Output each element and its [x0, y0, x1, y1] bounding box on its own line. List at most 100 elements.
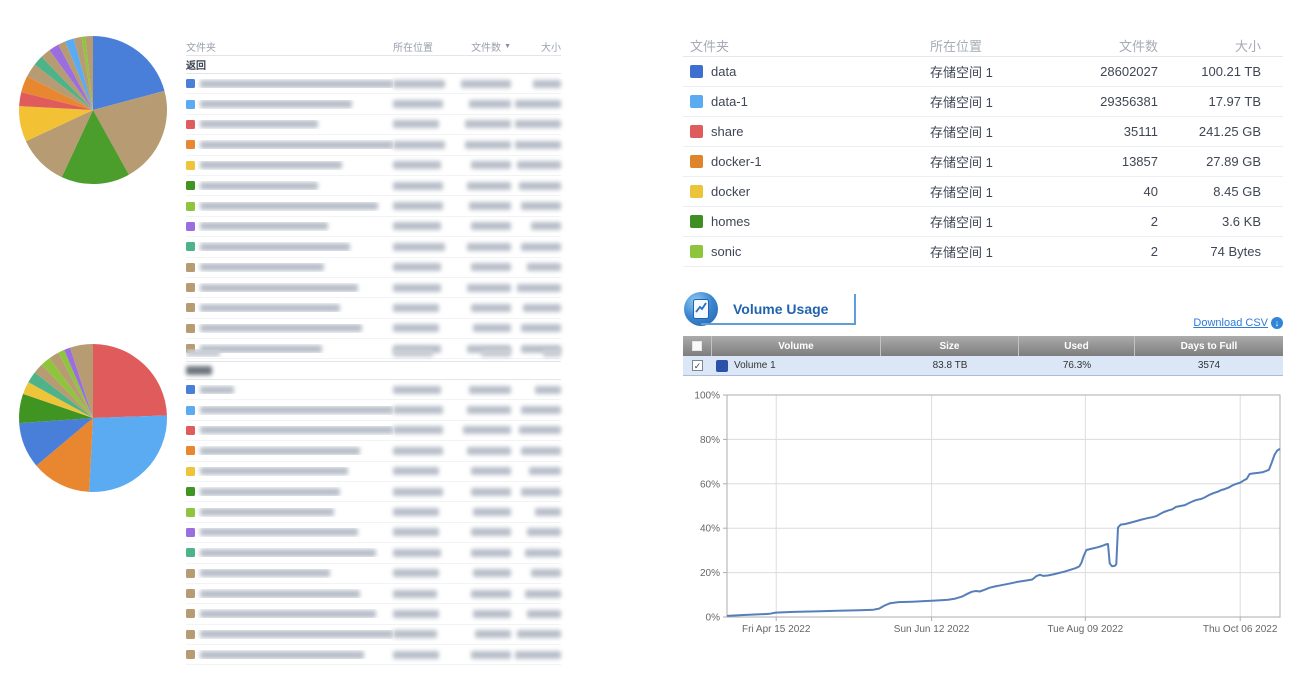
table-row[interactable]: [186, 135, 561, 155]
redacted-file-count: [471, 467, 511, 475]
redacted-location: [393, 182, 443, 190]
table-row[interactable]: [186, 482, 561, 502]
redacted-folder-name: [200, 100, 352, 108]
table-header-row-blurred: [186, 344, 561, 362]
table-row[interactable]: data存储空间 128602027100.21 TB: [683, 57, 1283, 87]
redacted-folder-name: [200, 630, 393, 638]
table-row[interactable]: [186, 462, 561, 482]
folder-name-cell: [186, 406, 393, 415]
table-row[interactable]: [186, 196, 561, 216]
column-header-location[interactable]: 所在位置: [393, 39, 459, 54]
table-row[interactable]: [186, 74, 561, 94]
table-row[interactable]: [186, 278, 561, 298]
table-row[interactable]: [186, 217, 561, 237]
folder-name-cell: [186, 528, 393, 537]
table-row[interactable]: [186, 156, 561, 176]
size-cell: 74 Bytes: [1158, 244, 1283, 259]
redacted-location: [393, 263, 441, 271]
file-count-cell: [459, 222, 511, 230]
redacted-file-count: [467, 243, 511, 251]
table-row[interactable]: [186, 237, 561, 257]
download-arrow-icon[interactable]: ↓: [1271, 317, 1283, 329]
redacted-folder-name: [200, 610, 376, 618]
location-cell: [393, 426, 459, 434]
table-row[interactable]: [186, 441, 561, 461]
back-row[interactable]: 返回: [186, 56, 561, 74]
table-row[interactable]: [186, 298, 561, 318]
table-row[interactable]: [186, 176, 561, 196]
folder-color-chip: [186, 140, 195, 149]
size-cell: [511, 447, 561, 455]
file-count-cell: [459, 120, 511, 128]
column-header-folder[interactable]: 文件夹: [683, 36, 930, 55]
table-row[interactable]: [186, 584, 561, 604]
table-row[interactable]: share存储空间 135111241.25 GB: [683, 117, 1283, 147]
size-cell: [511, 284, 561, 292]
redacted-location: [393, 100, 443, 108]
size-cell: [511, 528, 561, 536]
volume-row[interactable]: ✓Volume 183.8 TB76.3%3574: [683, 356, 1283, 376]
table-row[interactable]: [186, 400, 561, 420]
file-count-cell: 40: [1060, 184, 1158, 199]
redacted-location: [393, 610, 439, 618]
table-row[interactable]: docker存储空间 1408.45 GB: [683, 177, 1283, 207]
column-header-folder[interactable]: 文件夹: [186, 39, 393, 54]
file-count-cell: 28602027: [1060, 64, 1158, 79]
file-count-cell: [459, 488, 511, 496]
table-row[interactable]: data-1存储空间 12935638117.97 TB: [683, 87, 1283, 117]
column-header-files[interactable]: 文件数: [1060, 36, 1158, 55]
table-row[interactable]: sonic存储空间 1274 Bytes: [683, 237, 1283, 267]
folder-color-chip: [186, 283, 195, 292]
table-row[interactable]: [186, 421, 561, 441]
folder-name-cell: [186, 589, 393, 598]
location-cell: [393, 80, 459, 88]
folder-color-chip: [186, 303, 195, 312]
redacted-folder-name: [200, 120, 318, 128]
redacted-location: [393, 386, 441, 394]
back-row-blurred[interactable]: [186, 362, 561, 380]
column-header-size[interactable]: 大小: [511, 39, 561, 54]
table-row[interactable]: [186, 380, 561, 400]
file-count-cell: [459, 243, 511, 251]
location-cell: 存储空间 1: [930, 212, 1060, 231]
file-count-cell: 2: [1060, 244, 1158, 259]
column-header-location[interactable]: 所在位置: [930, 36, 1060, 55]
table-row[interactable]: [186, 319, 561, 339]
table-row[interactable]: homes存储空间 123.6 KB: [683, 207, 1283, 237]
table-row[interactable]: [186, 94, 561, 114]
location-cell: [393, 447, 459, 455]
redacted-size: [515, 651, 561, 659]
table-row[interactable]: [186, 115, 561, 135]
folder-name: docker-1: [711, 154, 762, 169]
table-row[interactable]: [186, 604, 561, 624]
table-row[interactable]: [186, 645, 561, 665]
folder-name-cell: share: [683, 124, 930, 139]
table-row[interactable]: [186, 523, 561, 543]
redacted-header-folder: [186, 349, 220, 357]
table-row[interactable]: [186, 543, 561, 563]
redacted-folder-name: [200, 651, 364, 659]
folder-name: homes: [711, 214, 750, 229]
file-count-cell: [459, 610, 511, 618]
checkbox-cell[interactable]: ✓: [683, 356, 712, 375]
file-count-cell: [459, 100, 511, 108]
redacted-location: [393, 549, 441, 557]
download-csv-link[interactable]: Download CSV: [1193, 317, 1268, 329]
select-all-header-cell[interactable]: [683, 336, 712, 356]
redacted-file-count: [467, 406, 511, 414]
size-cell: [511, 488, 561, 496]
column-header-files-sorted[interactable]: 文件数▼: [459, 39, 511, 54]
table-row[interactable]: [186, 502, 561, 522]
folder-name: sonic: [711, 244, 741, 259]
table-row[interactable]: [186, 258, 561, 278]
table-row[interactable]: docker-1存储空间 11385727.89 GB: [683, 147, 1283, 177]
x-axis-tick-label: Fri Apr 15 2022: [742, 624, 811, 635]
size-cell: [511, 386, 561, 394]
redacted-location: [393, 284, 441, 292]
redacted-folder-name: [200, 324, 362, 332]
table-row[interactable]: [186, 625, 561, 645]
redacted-file-count: [473, 324, 511, 332]
column-header-size[interactable]: 大小: [1158, 36, 1283, 55]
row-checkbox[interactable]: ✓: [692, 360, 703, 371]
table-row[interactable]: [186, 564, 561, 584]
